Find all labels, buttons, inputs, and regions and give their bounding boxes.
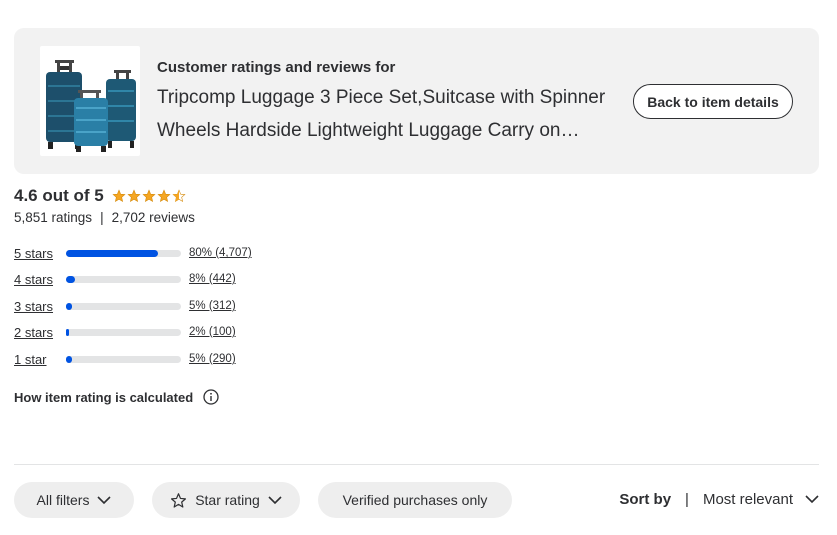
sort-value[interactable]: Most relevant xyxy=(703,491,793,508)
chevron-down-icon[interactable] xyxy=(805,495,819,504)
back-to-item-details-button[interactable]: Back to item details xyxy=(633,84,793,119)
distribution-percent[interactable]: 80% (4,707) xyxy=(189,247,252,259)
all-filters-label: All filters xyxy=(36,492,90,508)
rating-calculation-info: How item rating is calculated xyxy=(14,389,219,405)
sort-separator: | xyxy=(685,491,689,508)
average-rating: 4.6 out of 5 xyxy=(14,186,186,206)
distribution-label[interactable]: 3 stars xyxy=(14,299,66,314)
distribution-percent[interactable]: 2% (100) xyxy=(189,326,236,338)
star-rating-label: Star rating xyxy=(195,492,260,508)
product-header-card: Customer ratings and reviews for Tripcom… xyxy=(14,28,819,174)
distribution-bar-fill xyxy=(66,249,158,257)
star-outline-icon xyxy=(171,492,187,508)
star-rating-display xyxy=(112,189,186,203)
product-title: Tripcomp Luggage 3 Piece Set,Suitcase wi… xyxy=(157,87,606,141)
distribution-bar xyxy=(66,355,181,363)
distribution-percent[interactable]: 8% (442) xyxy=(189,273,236,285)
average-rating-text: 4.6 out of 5 xyxy=(14,186,104,205)
reviews-count: 2,702 reviews xyxy=(111,210,195,225)
star-half-icon xyxy=(172,189,186,202)
product-image xyxy=(40,46,140,156)
reviews-for-label: Customer ratings and reviews for xyxy=(157,59,396,76)
distribution-bar xyxy=(66,328,181,336)
ratings-count: 5,851 ratings xyxy=(14,210,93,225)
distribution-bar xyxy=(66,275,181,283)
distribution-bar-fill xyxy=(66,275,76,283)
distribution-label[interactable]: 5 stars xyxy=(14,246,66,261)
star-full-icon xyxy=(142,189,156,202)
verified-purchases-button[interactable]: Verified purchases only xyxy=(318,482,512,518)
verified-purchases-label: Verified purchases only xyxy=(342,492,488,508)
chevron-down-icon xyxy=(268,495,282,504)
distribution-label[interactable]: 1 star xyxy=(14,352,66,367)
how-rating-calculated-label: How item rating is calculated xyxy=(14,389,194,405)
distribution-percent[interactable]: 5% (290) xyxy=(189,353,236,365)
star-full-icon xyxy=(127,189,141,202)
sort-control[interactable]: Sort by | Most relevant xyxy=(619,491,819,508)
distribution-row-2[interactable]: 2 stars 2% (100) xyxy=(14,323,274,341)
distribution-label[interactable]: 2 stars xyxy=(14,325,66,340)
luggage-set-image xyxy=(46,60,136,152)
rating-counts: 5,851 ratings | 2,702 reviews xyxy=(14,210,195,225)
distribution-bar-fill xyxy=(66,355,72,363)
distribution-row-3[interactable]: 3 stars 5% (312) xyxy=(14,297,274,315)
distribution-percent[interactable]: 5% (312) xyxy=(189,300,236,312)
star-full-icon xyxy=(112,189,126,202)
distribution-bar xyxy=(66,302,181,310)
chevron-down-icon xyxy=(97,495,112,504)
counts-separator: | xyxy=(100,210,104,225)
distribution-bar xyxy=(66,249,181,257)
all-filters-button[interactable]: All filters xyxy=(14,482,134,518)
distribution-bar-fill xyxy=(66,328,69,336)
distribution-label[interactable]: 4 stars xyxy=(14,272,66,287)
star-rating-filter-button[interactable]: Star rating xyxy=(152,482,300,518)
star-full-icon xyxy=(157,189,171,202)
sort-by-label: Sort by xyxy=(619,491,672,508)
distribution-row-4[interactable]: 4 stars 8% (442) xyxy=(14,270,274,288)
distribution-row-1[interactable]: 1 star 5% (290) xyxy=(14,350,274,368)
info-icon[interactable] xyxy=(203,389,219,405)
distribution-row-5[interactable]: 5 stars 80% (4,707) xyxy=(14,244,274,262)
section-divider xyxy=(14,464,819,465)
distribution-bar-fill xyxy=(66,302,72,310)
